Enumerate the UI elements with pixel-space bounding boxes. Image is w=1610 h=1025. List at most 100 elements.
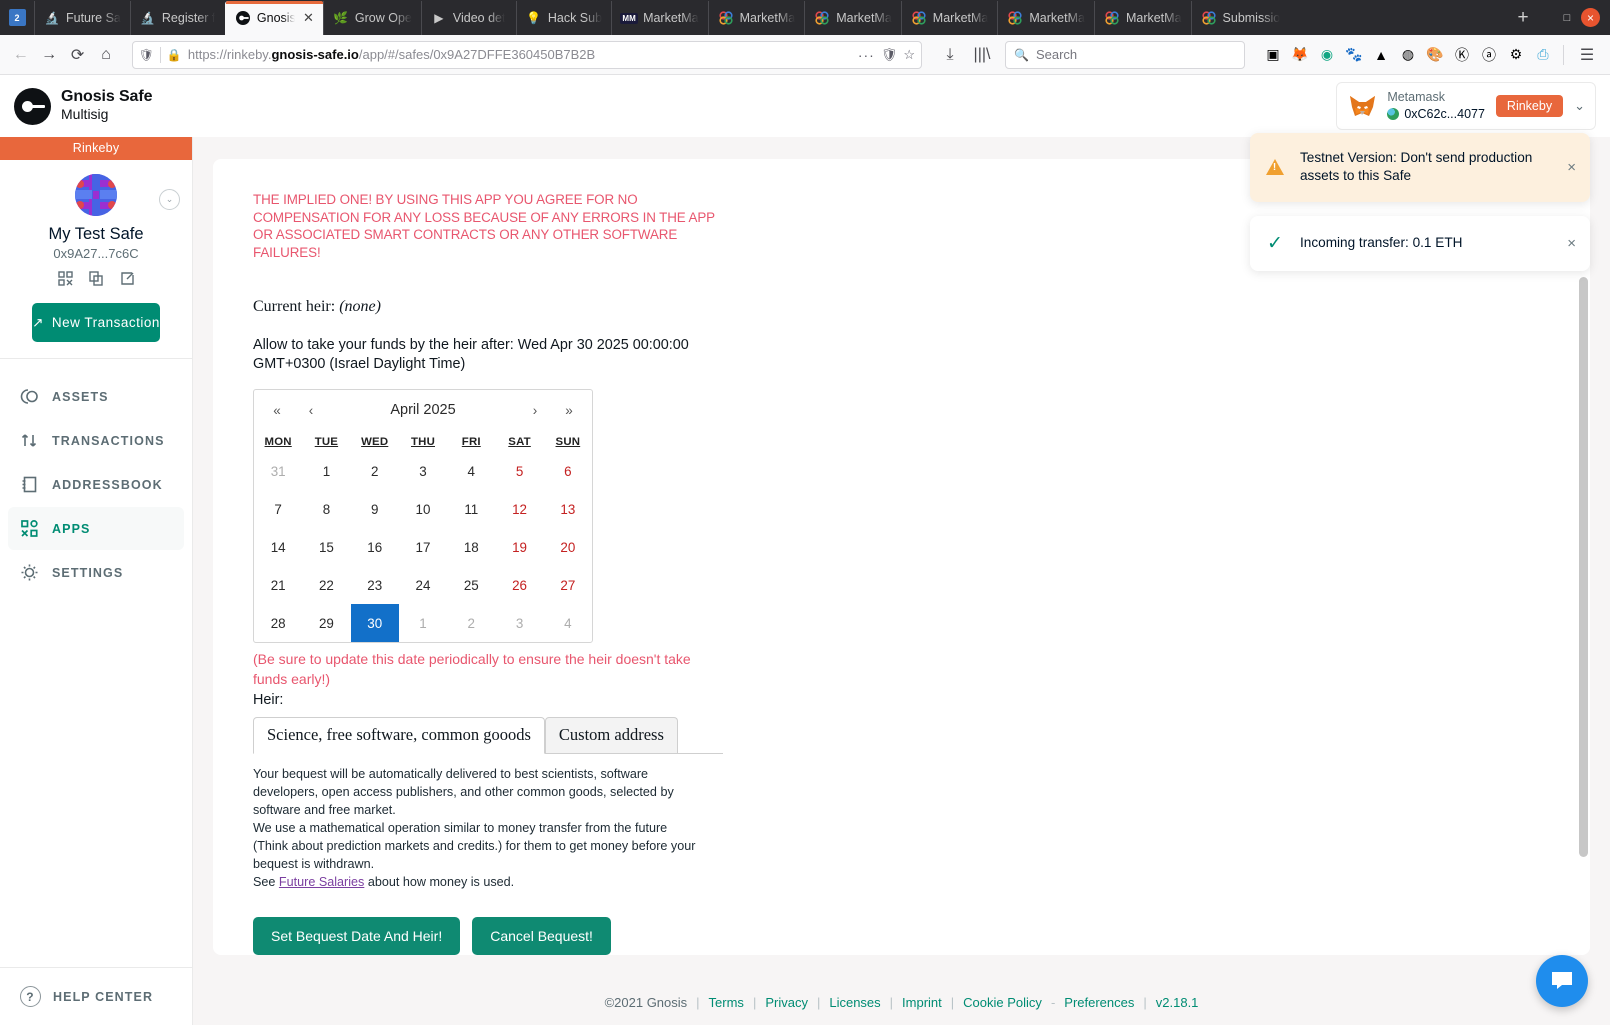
calendar-day[interactable]: 6	[544, 452, 592, 490]
account-icon[interactable]: ◍	[1396, 43, 1420, 67]
calendar-day[interactable]: 5	[495, 452, 543, 490]
download-icon[interactable]: ⤓	[935, 40, 965, 70]
footer-link-preferences[interactable]: Preferences	[1064, 995, 1134, 1010]
close-icon[interactable]: ×	[1567, 235, 1576, 252]
browser-tab[interactable]: MarketMa	[1093, 1, 1191, 35]
calendar-day[interactable]: 14	[254, 528, 302, 566]
wallet-connection[interactable]: Metamask 0xC62c...4077 Rinkeby ⌄	[1336, 82, 1596, 130]
qr-code-icon[interactable]	[57, 270, 74, 287]
heir-tab-science[interactable]: Science, free software, common gooods	[253, 716, 545, 754]
close-window-button[interactable]: ×	[1581, 8, 1600, 27]
browser-tab[interactable]: ▶ Video det	[420, 1, 516, 35]
calendar-day[interactable]: 7	[254, 490, 302, 528]
browser-tab[interactable]: MarketMa	[900, 1, 998, 35]
footer-link-cookie-policy[interactable]: Cookie Policy	[963, 995, 1042, 1010]
browser-tab[interactable]: MarketMa	[997, 1, 1094, 35]
calendar-day[interactable]: 3	[399, 452, 447, 490]
calendar-day[interactable]: 20	[544, 528, 592, 566]
calendar-day[interactable]: 4	[447, 452, 495, 490]
calendar-day[interactable]: 4	[544, 604, 592, 642]
close-tab-icon[interactable]: ✕	[303, 10, 314, 26]
sidebar-item-apps[interactable]: APPS	[8, 507, 184, 550]
heir-tab-custom-address[interactable]: Custom address	[544, 716, 678, 753]
prev-year-button[interactable]: «	[260, 403, 294, 418]
iframe-scrollbar[interactable]	[1579, 277, 1588, 857]
footer-link-imprint[interactable]: Imprint	[902, 995, 942, 1010]
calendar-day[interactable]: 29	[302, 604, 350, 642]
calendar-day[interactable]: 22	[302, 566, 350, 604]
external-link-icon[interactable]	[119, 270, 136, 287]
sidebar-item-assets[interactable]: ASSETS	[8, 375, 184, 418]
footer-link-privacy[interactable]: Privacy	[765, 995, 808, 1010]
library-icon[interactable]: |||\	[967, 40, 997, 70]
expand-safe-button[interactable]: ⌄	[159, 189, 180, 210]
calendar-day[interactable]: 2	[351, 452, 399, 490]
shield-icon[interactable]: 🛡	[139, 48, 154, 62]
chevron-down-icon[interactable]: ⌄	[1574, 98, 1585, 114]
pocket-icon[interactable]: 🛡	[881, 47, 898, 63]
calendar-day[interactable]: 31	[254, 452, 302, 490]
date-picker-calendar[interactable]: « ‹ April 2025 › » MON TUE WED THU FRI SAT SUN…	[253, 389, 593, 644]
calendar-day[interactable]: 3	[495, 604, 543, 642]
kiwi-icon[interactable]: Ⓚ	[1450, 43, 1474, 67]
calendar-grid[interactable]: 31 1 2 3 4 5 6 7 8 9 10 11 12 13 14 15 16 17 18 19 20 21 22 23 2…	[254, 452, 592, 643]
new-transaction-button[interactable]: ↗ New Transaction	[32, 303, 160, 342]
forward-button[interactable]: →	[36, 40, 61, 70]
set-bequest-button[interactable]: Set Bequest Date And Heir!	[253, 916, 461, 955]
bookmark-star-icon[interactable]: ☆	[903, 47, 915, 63]
back-button[interactable]: ←	[8, 40, 33, 70]
browser-tab[interactable]: Submissio	[1190, 1, 1289, 35]
calendar-day[interactable]: 15	[302, 528, 350, 566]
calendar-day[interactable]: 8	[302, 490, 350, 528]
new-tab-button[interactable]: +	[1505, 1, 1541, 35]
minimize-button[interactable]: □	[1557, 8, 1577, 28]
clipboard-icon[interactable]: ⎙	[1531, 43, 1555, 67]
archive-icon[interactable]: ⓐ	[1477, 43, 1501, 67]
calendar-day[interactable]: 1	[302, 452, 350, 490]
sidebar-item-settings[interactable]: SETTINGS	[8, 551, 184, 594]
calendar-day[interactable]: 9	[351, 490, 399, 528]
calendar-day[interactable]: 10	[399, 490, 447, 528]
calendar-day[interactable]: 19	[495, 528, 543, 566]
browser-tab[interactable]: 🌿 Grow Ope	[322, 1, 421, 35]
calendar-day[interactable]: 24	[399, 566, 447, 604]
sidebar-item-addressbook[interactable]: ADDRESSBOOK	[8, 463, 184, 506]
browser-tab[interactable]: 🔬 Register f	[129, 1, 225, 35]
calendar-day[interactable]: 25	[447, 566, 495, 604]
reload-button[interactable]: ⟳	[65, 40, 90, 70]
next-month-button[interactable]: ›	[518, 403, 552, 418]
calendar-day[interactable]: 23	[351, 566, 399, 604]
calendar-day[interactable]: 13	[544, 490, 592, 528]
calendar-day[interactable]: 21	[254, 566, 302, 604]
calendar-day[interactable]: 26	[495, 566, 543, 604]
browser-tab[interactable]: 💡 Hack Sub	[515, 1, 611, 35]
browser-tab[interactable]: Gnosis ✕	[224, 1, 323, 35]
calendar-day[interactable]: 27	[544, 566, 592, 604]
calendar-day[interactable]: 12	[495, 490, 543, 528]
footer-version[interactable]: v2.18.1	[1156, 995, 1199, 1010]
drive-icon[interactable]: ▲	[1369, 43, 1393, 67]
gnosis-safe-logo[interactable]: Gnosis Safe Multisig	[14, 87, 152, 125]
sidebar-icon[interactable]: ▣	[1261, 43, 1285, 67]
metamask-icon[interactable]: 🦊	[1288, 43, 1312, 67]
copy-icon[interactable]	[88, 270, 105, 287]
intercom-chat-button[interactable]	[1536, 955, 1588, 1007]
browser-tab[interactable]: MarketMa	[804, 1, 901, 35]
search-input[interactable]: 🔍 Search	[1005, 40, 1245, 69]
calendar-day[interactable]: 17	[399, 528, 447, 566]
browser-tab[interactable]: MarketMa	[707, 1, 805, 35]
gnome-icon[interactable]: 🐾	[1342, 43, 1366, 67]
home-button[interactable]: ⌂	[93, 40, 118, 70]
calendar-day[interactable]: 2	[447, 604, 495, 642]
help-center-link[interactable]: ? HELP CENTER	[0, 967, 192, 1025]
footer-link-licenses[interactable]: Licenses	[829, 995, 880, 1010]
calendar-day[interactable]: 16	[351, 528, 399, 566]
calendar-day[interactable]: 18	[447, 528, 495, 566]
browser-tab[interactable]: 🔬 Future Sa	[34, 1, 130, 35]
browser-tab[interactable]: MM MarketMa	[611, 1, 708, 35]
menu-icon[interactable]: ☰	[1572, 40, 1602, 70]
calendar-day[interactable]: 1	[399, 604, 447, 642]
footer-link-terms[interactable]: Terms	[709, 995, 744, 1010]
address-bar[interactable]: 🛡 🔒 https://rinkeby.gnosis-safe.io/app/#…	[131, 40, 922, 69]
sidebar-item-transactions[interactable]: TRANSACTIONS	[8, 419, 184, 462]
